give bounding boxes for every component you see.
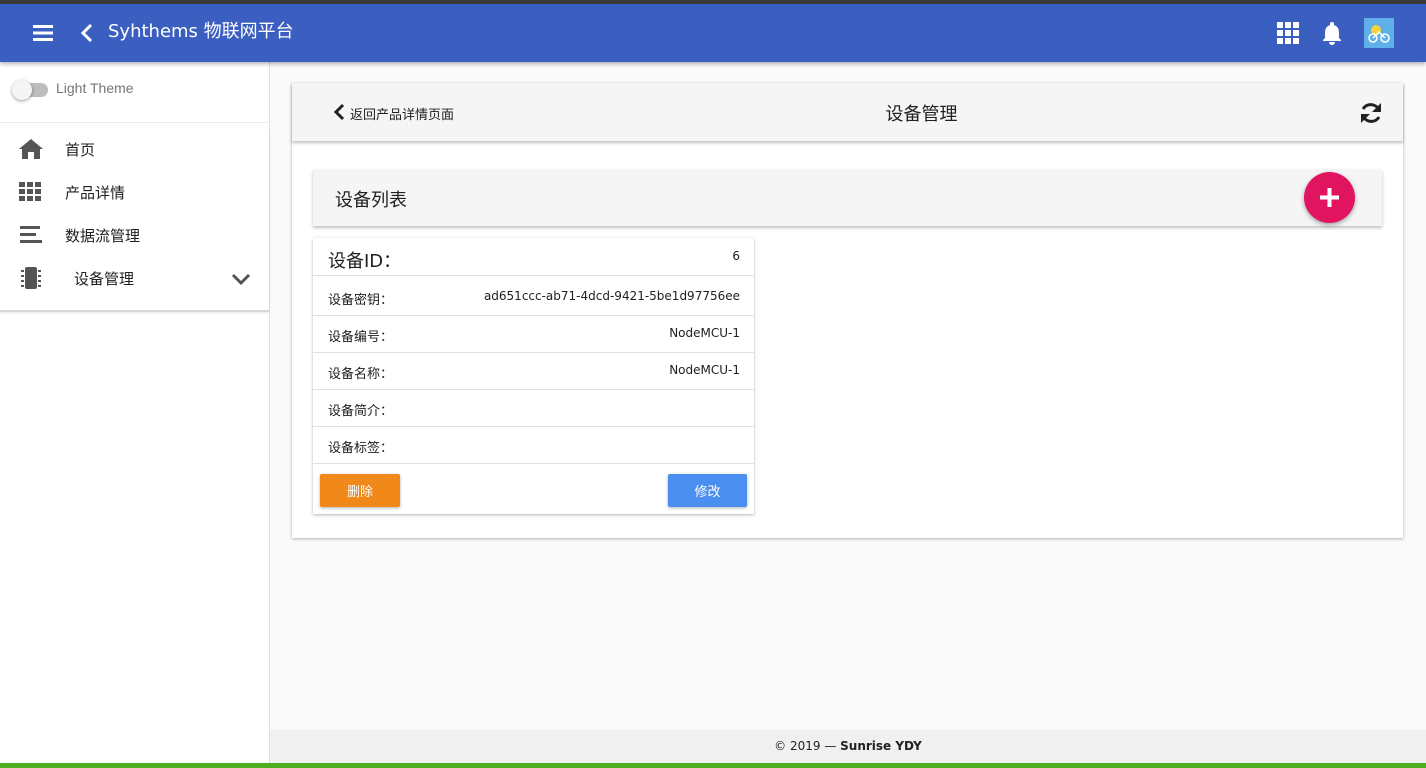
user-avatar[interactable] — [1364, 18, 1394, 48]
row-label: 设备编号： — [328, 330, 394, 345]
grid-icon — [18, 180, 44, 204]
row-label: 设备名称： — [328, 367, 394, 382]
stream-icon — [18, 223, 44, 247]
sidebar-item-datastream[interactable]: 数据流管理 — [0, 214, 269, 257]
apps-grid-icon[interactable] — [1276, 21, 1300, 45]
theme-label: Light Theme — [56, 80, 134, 96]
back-arrow-icon[interactable] — [78, 20, 96, 46]
row-label: 设备密钥： — [328, 293, 394, 308]
refresh-icon[interactable] — [1358, 100, 1384, 126]
main-card: 返回产品详情页面 设备管理 设备列表 设备ID： 6 设备密钥： ad651cc… — [292, 83, 1403, 538]
delete-button[interactable]: 删除 — [320, 474, 400, 507]
theme-toggle-row: Light Theme — [0, 62, 269, 123]
device-list-title: 设备列表 — [335, 190, 407, 211]
sidebar-item-label: 产品详情 — [65, 184, 126, 202]
page-toolbar: 返回产品详情页面 设备管理 — [292, 83, 1403, 141]
app-title: Syhthems 物联网平台 — [108, 21, 294, 42]
footer: © 2019 — Sunrise YDY — [270, 730, 1426, 763]
device-description-row: 设备简介： — [313, 389, 754, 427]
app-bar: Syhthems 物联网平台 — [0, 4, 1426, 62]
notification-bell-icon[interactable] — [1320, 20, 1344, 46]
row-value: NodeMCU-1 — [669, 363, 740, 377]
footer-copyright: © 2019 — — [774, 739, 841, 753]
device-tags-row: 设备标签： — [313, 426, 754, 464]
chip-icon — [18, 266, 44, 290]
sidebar-item-label: 数据流管理 — [65, 227, 141, 245]
footer-author: Sunrise YDY — [840, 739, 922, 753]
home-icon — [18, 137, 44, 161]
taskbar-strip — [0, 763, 1426, 768]
sidebar-item-home[interactable]: 首页 — [0, 128, 269, 171]
sidebar-item-device-management[interactable]: 设备管理 — [0, 257, 269, 300]
page-title: 设备管理 — [885, 104, 958, 125]
chevron-down-icon[interactable] — [230, 269, 252, 289]
device-name-row: 设备名称： NodeMCU-1 — [313, 352, 754, 390]
edit-button[interactable]: 修改 — [668, 474, 747, 507]
sidebar-item-product-detail[interactable]: 产品详情 — [0, 171, 269, 214]
sidebar-nav: 首页 产品详情 数据流管理 设备管理 — [0, 128, 269, 312]
device-card: 设备ID： 6 设备密钥： ad651ccc-ab71-4dcd-9421-5b… — [313, 238, 754, 514]
plus-icon — [1320, 188, 1339, 207]
sidebar-item-label: 首页 — [65, 141, 96, 159]
theme-toggle-switch[interactable] — [12, 80, 48, 100]
device-number-row: 设备编号： NodeMCU-1 — [313, 315, 754, 353]
row-value: NodeMCU-1 — [669, 326, 740, 340]
device-id-value: 6 — [732, 249, 740, 263]
menu-icon[interactable] — [30, 20, 56, 46]
device-list-header: 设备列表 — [313, 169, 1382, 226]
row-label: 设备标签： — [328, 441, 394, 456]
device-id-label: 设备ID： — [328, 251, 402, 272]
toggle-thumb — [12, 80, 32, 100]
row-value: ad651ccc-ab71-4dcd-9421-5be1d97756ee — [483, 289, 740, 303]
add-device-button[interactable] — [1304, 172, 1355, 223]
sidebar: Light Theme 首页 产品详情 数据流管理 设备管理 — [0, 62, 270, 768]
device-key-row: 设备密钥： ad651ccc-ab71-4dcd-9421-5be1d97756… — [313, 278, 754, 316]
device-id-row: 设备ID： 6 — [313, 238, 754, 276]
sidebar-item-label: 设备管理 — [74, 270, 135, 288]
row-label: 设备简介： — [328, 404, 394, 419]
